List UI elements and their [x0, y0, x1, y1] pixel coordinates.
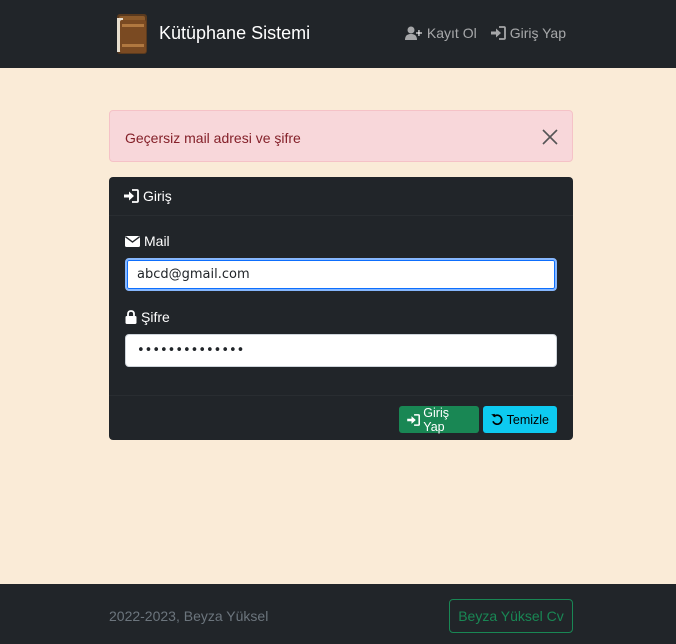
- nav-register-link[interactable]: Kayıt Ol: [404, 25, 477, 41]
- nav-register-label: Kayıt Ol: [426, 25, 477, 41]
- reset-button[interactable]: Temizle: [483, 406, 557, 433]
- login-card: Giriş Mail abcd@gmail.com Şifre ••••••••…: [109, 177, 573, 440]
- error-alert: Geçersiz mail adresi ve şifre: [109, 110, 573, 162]
- book-logo-icon: [114, 12, 150, 56]
- password-input-value: ••••••••••••••: [137, 343, 245, 358]
- password-label-text: Şifre: [141, 309, 170, 325]
- login-submit-button[interactable]: Giriş Yap: [399, 405, 479, 434]
- mail-input-value: abcd@gmail.com: [137, 267, 250, 282]
- user-plus-icon: [404, 26, 422, 40]
- mail-label-text: Mail: [144, 233, 170, 249]
- lock-icon: [125, 310, 137, 324]
- mail-label: Mail: [125, 233, 170, 249]
- password-input[interactable]: ••••••••••••••: [125, 334, 557, 367]
- brand-title: Kütüphane Sistemi: [159, 22, 311, 43]
- close-icon[interactable]: [542, 129, 558, 145]
- card-footer: Giriş Yap Temizle: [109, 395, 573, 440]
- brand-link[interactable]: Kütüphane Sistemi: [114, 12, 310, 56]
- footer-copyright: 2022-2023, Beyza Yüksel: [109, 608, 269, 624]
- sign-in-icon: [407, 413, 420, 426]
- card-title: Giriş: [143, 188, 172, 204]
- sign-in-icon: [124, 189, 139, 203]
- alert-message: Geçersiz mail adresi ve şifre: [125, 130, 301, 146]
- reset-label: Temizle: [506, 412, 549, 427]
- undo-icon: [491, 413, 503, 425]
- nav-login-label: Giriş Yap: [509, 25, 566, 41]
- password-label: Şifre: [125, 309, 170, 325]
- envelope-icon: [125, 235, 140, 247]
- cv-button[interactable]: Beyza Yüksel Cv: [449, 599, 573, 633]
- mail-input[interactable]: abcd@gmail.com: [125, 258, 557, 291]
- login-submit-label: Giriş Yap: [423, 405, 449, 434]
- sign-in-icon: [490, 26, 506, 40]
- nav-login-link[interactable]: Giriş Yap: [490, 25, 566, 41]
- page-footer: 2022-2023, Beyza Yüksel Beyza Yüksel Cv: [0, 584, 676, 644]
- card-header: Giriş: [109, 177, 573, 216]
- top-navbar: Kütüphane Sistemi Kayıt Ol Giriş Yap: [0, 0, 676, 68]
